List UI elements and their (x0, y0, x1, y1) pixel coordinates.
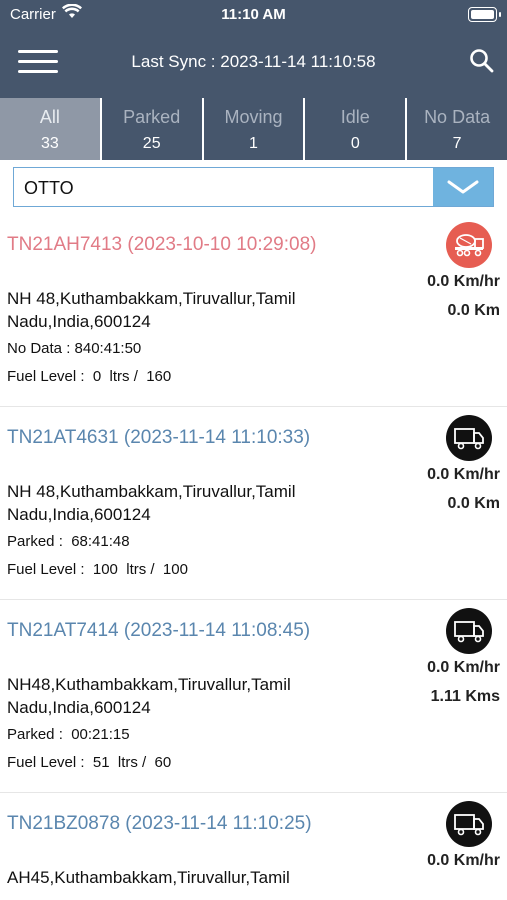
vehicle-list-item[interactable]: TN21AT7414 (2023-11-14 11:08:45) 0.0 Km/… (0, 600, 507, 793)
vehicle-speed: 0.0 Km/hr (427, 852, 500, 869)
vehicle-distance: 1.11 Kms (430, 688, 500, 705)
tab-label: Idle (340, 107, 370, 127)
truck-icon (446, 801, 492, 847)
vehicle-filter (13, 167, 494, 208)
filter-input[interactable] (14, 168, 446, 208)
vehicle-fuel-level: Fuel Level : 0 ltrs / 160 (7, 368, 172, 385)
vehicle-fuel-level: Fuel Level : 51 ltrs / 60 (7, 754, 172, 771)
tab-count: 33 (41, 135, 59, 152)
tab-count: 0 (350, 135, 360, 152)
tab-parked[interactable]: Parked 25 (102, 98, 204, 160)
tab-all[interactable]: All 33 (0, 98, 102, 160)
vehicle-status: No Data : 840:41:50 (7, 340, 142, 357)
concrete-mixer-truck-icon (446, 222, 492, 268)
vehicle-distance: 0.0 Km (447, 302, 500, 319)
tab-label: All (39, 107, 60, 127)
vehicle-list-item[interactable]: TN21AH7413 (2023-10-10 10:29:08) 0.0 Km/… (0, 214, 507, 407)
vehicle-speed: 0.0 Km/hr (427, 273, 500, 290)
tab-no-data[interactable]: No Data 7 (407, 98, 507, 160)
vehicle-distance: 0.0 Km (447, 495, 500, 512)
vehicle-fuel-level: Fuel Level : 100 ltrs / 100 (7, 561, 188, 578)
tab-count: 25 (142, 135, 161, 152)
truck-icon (446, 415, 492, 461)
status-bar: Carrier 11:10 AM (0, 0, 507, 28)
vehicle-title: TN21AT4631 (2023-11-14 11:10:33) (7, 427, 311, 448)
vehicle-title: TN21BZ0878 (2023-11-14 11:10:25) (7, 813, 312, 834)
vehicle-speed: 0.0 Km/hr (427, 659, 500, 676)
tab-label: Parked (123, 107, 181, 127)
chevron-down-icon (447, 180, 479, 194)
vehicle-address: NH48,Kuthambakkam,Tiruvallur,Tamil Nadu,… (7, 675, 291, 717)
app-header: Carrier 11:10 AM Last Sync : 2023-11-14 … (0, 0, 507, 98)
status-tabs: All 33 Parked 25 Moving 1 Idle 0 No Data… (0, 98, 507, 160)
tab-idle[interactable]: Idle 0 (305, 98, 408, 160)
status-time: 11:10 AM (221, 6, 286, 23)
vehicle-speed: 0.0 Km/hr (427, 466, 500, 483)
vehicle-status: Parked : 00:21:15 (7, 726, 130, 743)
vehicle-status: Parked : 68:41:48 (7, 533, 130, 550)
battery-icon (468, 7, 501, 22)
vehicle-address: AH45,Kuthambakkam,Tiruvallur,Tamil (7, 868, 290, 887)
vehicle-list-item[interactable]: TN21AT4631 (2023-11-14 11:10:33) 0.0 Km/… (0, 407, 507, 600)
vehicle-title: TN21AT7414 (2023-11-14 11:08:45) (7, 620, 311, 641)
last-sync-title: Last Sync : 2023-11-14 11:10:58 (131, 52, 376, 71)
tab-count: 1 (249, 135, 258, 152)
tab-count: 7 (452, 135, 462, 152)
search-icon[interactable] (469, 48, 495, 74)
tab-label: No Data (424, 107, 491, 127)
vehicle-address: NH 48,Kuthambakkam,Tiruvallur,Tamil Nadu… (7, 289, 296, 331)
vehicle-title: TN21AH7413 (2023-10-10 10:29:08) (7, 234, 317, 255)
dropdown-button[interactable] (433, 168, 493, 206)
tab-label: Moving (224, 107, 283, 127)
vehicle-address: NH 48,Kuthambakkam,Tiruvallur,Tamil Nadu… (7, 482, 296, 524)
vehicle-list-item[interactable]: TN21BZ0878 (2023-11-14 11:10:25) 0.0 Km/… (0, 793, 507, 900)
truck-icon (446, 608, 492, 654)
tab-moving[interactable]: Moving 1 (204, 98, 306, 160)
